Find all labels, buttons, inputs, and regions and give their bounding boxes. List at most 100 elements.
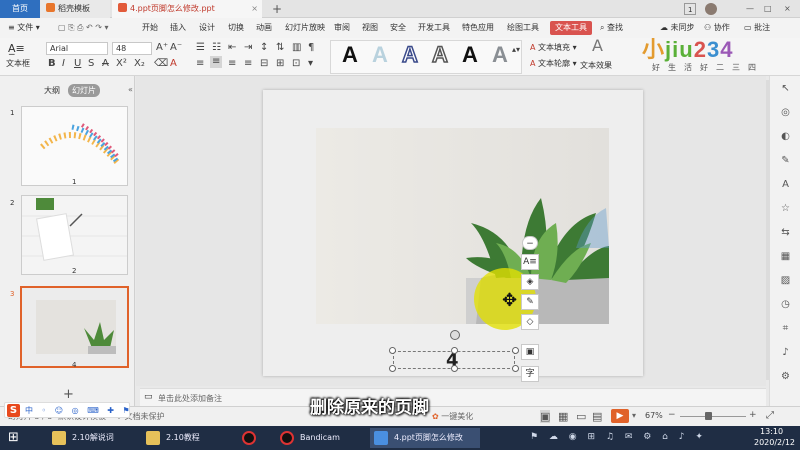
beautify-button[interactable]: ✿ 一键美化 [432, 411, 473, 422]
smartart-icon[interactable]: ⊡ [292, 58, 300, 70]
menu-security[interactable]: 安全 [390, 21, 406, 35]
quick-access-icons[interactable]: ▢ ⎘ ⎙ ↶ ↷ ▾ [58, 21, 109, 35]
menu-drawing-tools[interactable]: 绘图工具 [507, 21, 539, 35]
strikethrough-icon[interactable]: A [102, 58, 109, 70]
taskbar-item-folder-2[interactable]: 2.10教程 [142, 428, 232, 448]
menu-transition[interactable]: 切换 [228, 21, 244, 35]
collapse-icon[interactable]: − [522, 236, 538, 250]
menu-insert[interactable]: 插入 [170, 21, 186, 35]
succulent-photo[interactable] [316, 128, 609, 324]
tab-slides[interactable]: 幻灯片 [68, 84, 100, 97]
reading-view-icon[interactable]: ▭ [576, 410, 586, 423]
slide-thumbnail-3-selected[interactable] [20, 286, 129, 368]
text-wrap-icon[interactable]: 字 [521, 366, 539, 382]
share-icon[interactable]: ⌗ [779, 322, 792, 335]
justify-icon[interactable]: ≡ [244, 58, 252, 70]
taskbar-item-bandicam[interactable]: Bandicam [276, 428, 366, 448]
shape-icon[interactable]: ◎ [779, 106, 792, 119]
zoom-in-icon[interactable]: + [749, 410, 757, 420]
add-slide-button[interactable]: + [63, 387, 74, 402]
slide-thumbnail-2[interactable] [21, 195, 128, 275]
animation-icon[interactable]: ☆ [779, 202, 792, 215]
resize-handle[interactable] [389, 347, 396, 354]
rotate-handle[interactable] [450, 330, 460, 340]
taskbar-item-wps[interactable]: 4.ppt页脚怎么修改 [370, 428, 480, 448]
comment-button[interactable]: ▭ 批注 [744, 21, 770, 35]
resize-handle[interactable] [512, 365, 519, 372]
palette-icon[interactable]: ✎ [779, 154, 792, 167]
zoom-slider-thumb[interactable] [705, 412, 712, 420]
tab-docer-template[interactable]: 稻壳模板 [40, 0, 110, 18]
layers-icon[interactable]: ◈ [521, 274, 539, 290]
menu-text-tools[interactable]: 文本工具 [550, 21, 592, 35]
border-icon[interactable]: ▣ [521, 344, 539, 360]
text-outline-button[interactable]: A 文本轮廓 ▾ [530, 58, 577, 69]
resize-handle[interactable] [389, 365, 396, 372]
clear-format-icon[interactable]: ⌫ [154, 58, 168, 70]
indent-increase-icon[interactable]: ⇥ [244, 42, 252, 54]
shrink-font-icon[interactable]: A⁻ [170, 42, 182, 54]
menu-special[interactable]: 特色应用 [462, 21, 494, 35]
tab-document[interactable]: 4.ppt页脚怎么修改.ppt × [112, 0, 262, 18]
zoom-slider[interactable] [680, 416, 746, 417]
text-layout-icon[interactable]: A≡ [521, 254, 539, 270]
menu-design[interactable]: 设计 [199, 21, 215, 35]
collaborate-button[interactable]: ⚇ 协作 [704, 21, 730, 35]
underline-icon[interactable]: U [74, 58, 81, 70]
align-left-icon[interactable]: ≡ [196, 58, 204, 70]
menu-start[interactable]: 开始 [142, 21, 158, 35]
collapse-panel-icon[interactable]: « [128, 85, 133, 94]
windows-start-icon[interactable]: ⊞ [8, 430, 19, 445]
transition-icon[interactable]: ⇆ [779, 226, 792, 239]
text-direction-icon[interactable]: ⇅ [276, 42, 284, 54]
maximize-icon[interactable]: □ [758, 0, 778, 18]
menu-view[interactable]: 视图 [362, 21, 378, 35]
bullet-list-icon[interactable]: ☰ [196, 42, 205, 54]
zoom-out-icon[interactable]: − [668, 410, 676, 420]
style-icon[interactable]: ◐ [779, 130, 792, 143]
chart-icon[interactable]: ◷ [779, 298, 792, 311]
gallery-scroll-icon[interactable]: ▴▾ [512, 44, 520, 56]
text-icon[interactable]: A [779, 178, 792, 191]
align-center-icon[interactable]: ≡ [210, 56, 223, 68]
font-color-icon[interactable]: A [170, 58, 177, 70]
textbox-button[interactable]: 文本框 [6, 58, 30, 69]
play-dropdown-icon[interactable]: ▾ [632, 411, 636, 420]
resize-handle[interactable] [451, 347, 458, 354]
menu-review[interactable]: 审阅 [334, 21, 350, 35]
text-effect-button[interactable]: 文本效果 [580, 60, 612, 71]
fill-icon[interactable]: ◇ [521, 314, 539, 330]
resize-handle[interactable] [451, 365, 458, 372]
menu-developer[interactable]: 开发工具 [418, 21, 450, 35]
avatar[interactable] [705, 3, 717, 15]
resize-handle[interactable] [512, 347, 519, 354]
play-slideshow-button[interactable]: ▶ [611, 409, 629, 423]
text-fill-button[interactable]: A 文本填充 ▾ [530, 42, 577, 53]
distribute-icon[interactable]: ⊟ [260, 58, 268, 70]
sorter-view-icon[interactable]: ▦ [558, 410, 568, 423]
new-tab-button[interactable]: + [266, 0, 288, 18]
search-button[interactable]: ⌕ 查找 [600, 21, 623, 35]
pen-icon[interactable]: ✎ [521, 294, 539, 310]
file-menu[interactable]: ≡ 文件 ▾ [8, 21, 40, 35]
numbered-list-icon[interactable]: ☷ [212, 42, 221, 54]
notes-bar[interactable]: ▭ 单击此处添加备注 [140, 388, 766, 406]
text-effect-icon[interactable]: A [592, 38, 603, 54]
align-text-icon[interactable]: ⊞ [276, 58, 284, 70]
select-icon[interactable]: ↖ [779, 82, 792, 95]
italic-icon[interactable]: I [62, 58, 65, 70]
close-tab-icon[interactable]: × [251, 0, 258, 18]
tab-home[interactable]: 首页 [0, 0, 40, 18]
sync-status[interactable]: ☁ 未同步 [660, 21, 695, 35]
textbox-icon[interactable]: A̲≡ [8, 42, 25, 55]
align-right-icon[interactable]: ≡ [228, 58, 236, 70]
font-size-select[interactable]: 48 [112, 42, 152, 55]
more-icon[interactable]: ▾ [308, 58, 313, 70]
line-spacing-icon[interactable]: ↕ [260, 42, 268, 54]
normal-view-icon[interactable]: ▣ [540, 410, 551, 423]
fit-window-icon[interactable]: ⤢ [766, 410, 774, 421]
indent-decrease-icon[interactable]: ⇤ [228, 42, 236, 54]
menu-animation[interactable]: 动画 [256, 21, 272, 35]
notes-view-icon[interactable]: ▤ [592, 410, 602, 423]
ime-toolbar[interactable]: S 中 ◦ ☺ ◎ ⌨ ✚ ⚑ [4, 402, 130, 418]
